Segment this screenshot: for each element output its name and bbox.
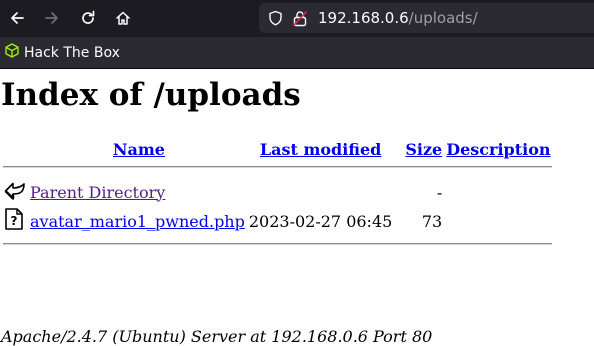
table-row: Parent Directory - bbox=[3, 179, 552, 205]
table-row: ? avatar_mario1_pwned.php 2023-02-27 06:… bbox=[3, 207, 552, 235]
row-last-modified: 2023-02-27 06:45 bbox=[248, 211, 393, 231]
separator-row bbox=[3, 162, 552, 177]
unknown-file-icon: ? bbox=[4, 208, 24, 234]
home-button[interactable] bbox=[109, 5, 137, 31]
table-header-row: Name Last modified Size Description bbox=[3, 139, 552, 160]
bookmark-label: Hack The Box bbox=[24, 44, 120, 61]
home-icon bbox=[115, 10, 131, 26]
row-description bbox=[445, 179, 551, 205]
url-host: 192.168.0.6 bbox=[318, 9, 409, 27]
last-modified-column-header: Last modified bbox=[248, 139, 393, 160]
url-text: 192.168.0.6/uploads/ bbox=[318, 9, 478, 27]
sort-by-description-link[interactable]: Description bbox=[446, 140, 550, 159]
divider bbox=[3, 166, 552, 168]
page-title: Index of /uploads bbox=[1, 77, 301, 113]
server-signature: Apache/2.4.7 (Ubuntu) Server at 192.168.… bbox=[1, 327, 433, 346]
reload-button[interactable] bbox=[74, 5, 102, 31]
row-size: - bbox=[436, 182, 443, 202]
insecure-lock-icon[interactable] bbox=[292, 10, 308, 27]
separator-row bbox=[3, 237, 552, 245]
hack-the-box-logo-icon bbox=[5, 43, 19, 62]
divider bbox=[3, 243, 552, 245]
sort-by-name-link[interactable]: Name bbox=[113, 140, 165, 159]
back-icon bbox=[4, 182, 26, 204]
directory-listing-table: Name Last modified Size Description Pare… bbox=[1, 137, 554, 247]
name-column-header: Name bbox=[29, 139, 246, 160]
back-button[interactable] bbox=[3, 5, 31, 31]
svg-text:?: ? bbox=[11, 214, 18, 228]
row-size: 73 bbox=[421, 211, 443, 231]
bookmarks-toolbar: Hack The Box bbox=[0, 37, 594, 69]
browser-toolbar: 192.168.0.6/uploads/ bbox=[0, 0, 594, 37]
description-column-header: Description bbox=[445, 139, 551, 160]
arrow-right-icon bbox=[44, 10, 60, 26]
parent-directory-link[interactable]: Parent Directory bbox=[30, 183, 165, 202]
row-description bbox=[445, 207, 551, 235]
address-bar[interactable]: 192.168.0.6/uploads/ bbox=[259, 3, 594, 33]
forward-button[interactable] bbox=[38, 5, 66, 31]
reload-icon bbox=[80, 10, 96, 26]
size-column-header: Size bbox=[395, 139, 443, 160]
bookmark-hack-the-box[interactable]: Hack The Box bbox=[5, 43, 120, 62]
shield-icon[interactable] bbox=[268, 10, 283, 26]
file-link-avatar-mario1-pwned[interactable]: avatar_mario1_pwned.php bbox=[30, 212, 245, 231]
arrow-left-icon bbox=[9, 10, 25, 26]
row-last-modified bbox=[248, 179, 393, 205]
sort-by-last-modified-link[interactable]: Last modified bbox=[260, 140, 381, 159]
icon-column-header bbox=[3, 139, 27, 160]
url-path: /uploads/ bbox=[408, 9, 478, 27]
sort-by-size-link[interactable]: Size bbox=[405, 140, 442, 159]
